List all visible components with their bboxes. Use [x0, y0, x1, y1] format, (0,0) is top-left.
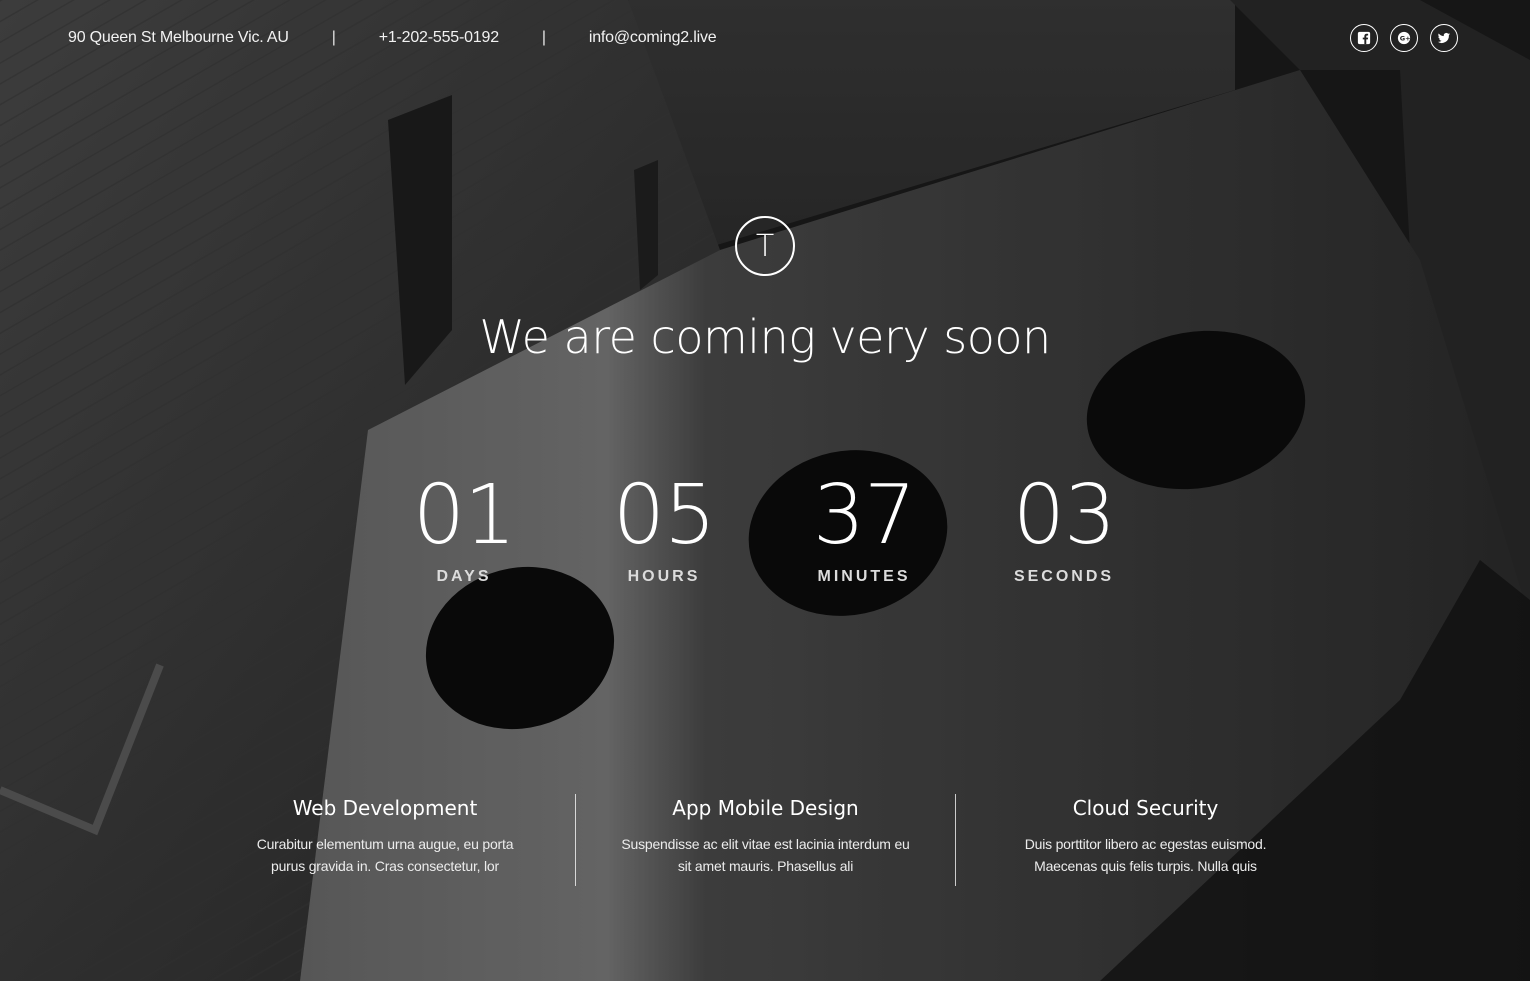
feature-app-mobile-design: App Mobile Design Suspendisse ac elit vi… [575, 794, 955, 886]
social-links: G+ [1350, 24, 1458, 52]
feature-title: Web Development [292, 796, 478, 820]
page-title: We are coming very soon [479, 310, 1051, 364]
countdown-value: 05 [612, 468, 716, 563]
top-bar: 90 Queen St Melbourne Vic. AU | +1-202-5… [68, 24, 1458, 52]
logo: T [735, 216, 795, 276]
separator: | [541, 29, 546, 46]
feature-title: App Mobile Design [672, 796, 859, 820]
google-plus-button[interactable]: G+ [1390, 24, 1418, 52]
google-plus-icon: G+ [1397, 31, 1411, 45]
countdown-value: 03 [1012, 468, 1116, 563]
svg-text:G+: G+ [1400, 35, 1411, 43]
twitter-button[interactable] [1430, 24, 1458, 52]
countdown-label: DAYS [436, 568, 492, 585]
features-section: Web Development Curabitur elementum urna… [195, 794, 1335, 886]
feature-text: Suspendisse ac elit vitae est lacinia in… [621, 836, 910, 874]
feature-cloud-security: Cloud Security Duis porttitor libero ac … [955, 794, 1335, 886]
feature-text: Curabitur elementum urna augue, eu porta… [256, 836, 514, 874]
feature-text: Duis porttitor libero ac egestas euismod… [1024, 836, 1267, 874]
facebook-icon [1357, 31, 1371, 45]
countdown-days: 01 DAYS [384, 470, 544, 586]
countdown-label: HOURS [627, 568, 701, 585]
countdown-minutes: 37 MINUTES [784, 470, 944, 586]
countdown-seconds: 03 SECONDS [984, 470, 1144, 586]
countdown-label: SECONDS [1013, 568, 1115, 585]
email-link[interactable]: info@coming2.live [589, 29, 717, 47]
countdown-hours: 05 HOURS [584, 470, 744, 586]
feature-web-development: Web Development Curabitur elementum urna… [195, 794, 575, 886]
countdown-value: 37 [812, 468, 916, 563]
phone-link[interactable]: +1-202-555-0192 [379, 29, 499, 47]
countdown-label: MINUTES [817, 568, 911, 585]
feature-title: Cloud Security [1072, 796, 1219, 820]
twitter-icon [1437, 31, 1451, 45]
logo-letter: T [755, 228, 775, 264]
coming-soon-page: 90 Queen St Melbourne Vic. AU | +1-202-5… [0, 0, 1530, 981]
countdown-value: 01 [412, 468, 516, 563]
contact-info: 90 Queen St Melbourne Vic. AU | +1-202-5… [68, 29, 717, 47]
address-text: 90 Queen St Melbourne Vic. AU [68, 29, 289, 46]
facebook-button[interactable] [1350, 24, 1378, 52]
separator: | [331, 29, 336, 46]
